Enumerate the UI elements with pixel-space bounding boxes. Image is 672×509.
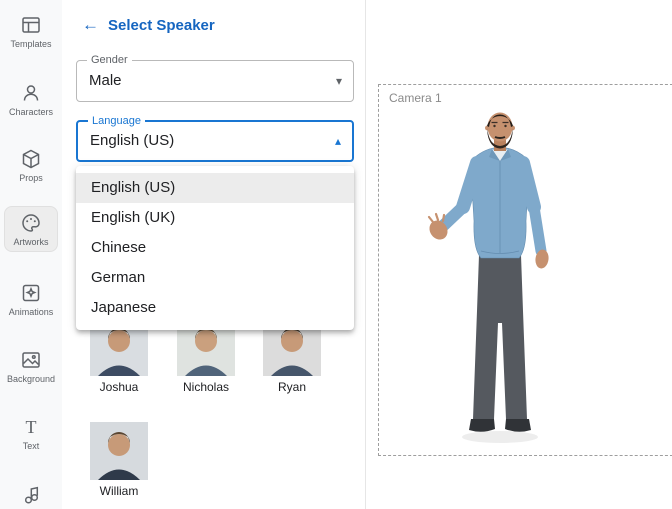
speaker-name: Nicholas [182, 380, 230, 394]
chevron-up-icon: ▴ [334, 134, 341, 148]
page-title: Select Speaker [108, 16, 215, 34]
sidebar-item-templates[interactable]: Templates [4, 8, 58, 54]
language-dropdown-menu: English (US) English (UK) Chinese German… [76, 166, 354, 330]
sidebar-item-label: Animations [8, 307, 54, 317]
sidebar-item-label: Characters [8, 107, 53, 117]
props-icon [20, 148, 42, 170]
speaker-name: Ryan [277, 380, 306, 394]
sidebar-item-characters[interactable]: Characters [4, 76, 58, 122]
characters-icon [20, 82, 42, 104]
app-window: Templates Characters Props Artworks Anim [0, 0, 672, 509]
language-select[interactable]: Language English (US) ▴ [76, 115, 354, 162]
back-button[interactable]: ← [82, 16, 99, 34]
editor-canvas: Camera 1 [366, 0, 672, 509]
background-icon [20, 349, 42, 371]
menu-item-german[interactable]: German [76, 263, 354, 293]
speaker-name: Joshua [99, 380, 139, 394]
avatar-character[interactable] [415, 101, 585, 446]
sidebar-item-label: Text [22, 441, 40, 451]
speaker-photo-william[interactable] [90, 422, 148, 480]
gender-select-value: Male [89, 72, 122, 89]
menu-item-english-uk[interactable]: English (UK) [76, 203, 354, 233]
sidebar-item-text[interactable]: T Text [4, 410, 58, 456]
gender-select-label: Gender [87, 54, 132, 66]
music-icon [20, 484, 42, 506]
artworks-icon [20, 212, 42, 234]
speaker-panel: ← Select Speaker Gender Male ▾ Language … [62, 0, 366, 509]
speaker-name: William [99, 484, 139, 498]
menu-item-japanese[interactable]: Japanese [76, 293, 354, 323]
menu-item-english-us[interactable]: English (US) [76, 173, 354, 203]
sidebar-item-animations[interactable]: Animations [4, 276, 58, 322]
svg-text:T: T [26, 417, 37, 437]
sidebar-item-label: Background [6, 374, 56, 384]
language-select-value: English (US) [90, 132, 175, 149]
templates-icon [20, 14, 42, 36]
gender-select[interactable]: Gender Male ▾ [76, 54, 354, 102]
language-select-label: Language [88, 115, 145, 127]
chevron-down-icon: ▾ [335, 74, 342, 88]
sidebar-item-label: Props [19, 173, 43, 183]
panel-header: ← Select Speaker [82, 16, 215, 34]
sidebar-item-props[interactable]: Props [4, 142, 58, 188]
sidebar-item-music[interactable] [4, 478, 58, 509]
animations-icon [20, 282, 42, 304]
sidebar-item-background[interactable]: Background [4, 343, 58, 389]
sidebar-item-label: Artworks [13, 237, 49, 247]
text-icon: T [20, 416, 42, 438]
sidebar: Templates Characters Props Artworks Anim [0, 0, 62, 509]
camera-frame[interactable]: Camera 1 [378, 84, 672, 456]
menu-item-chinese[interactable]: Chinese [76, 233, 354, 263]
sidebar-item-artworks[interactable]: Artworks [4, 206, 58, 252]
sidebar-item-label: Templates [10, 39, 52, 49]
